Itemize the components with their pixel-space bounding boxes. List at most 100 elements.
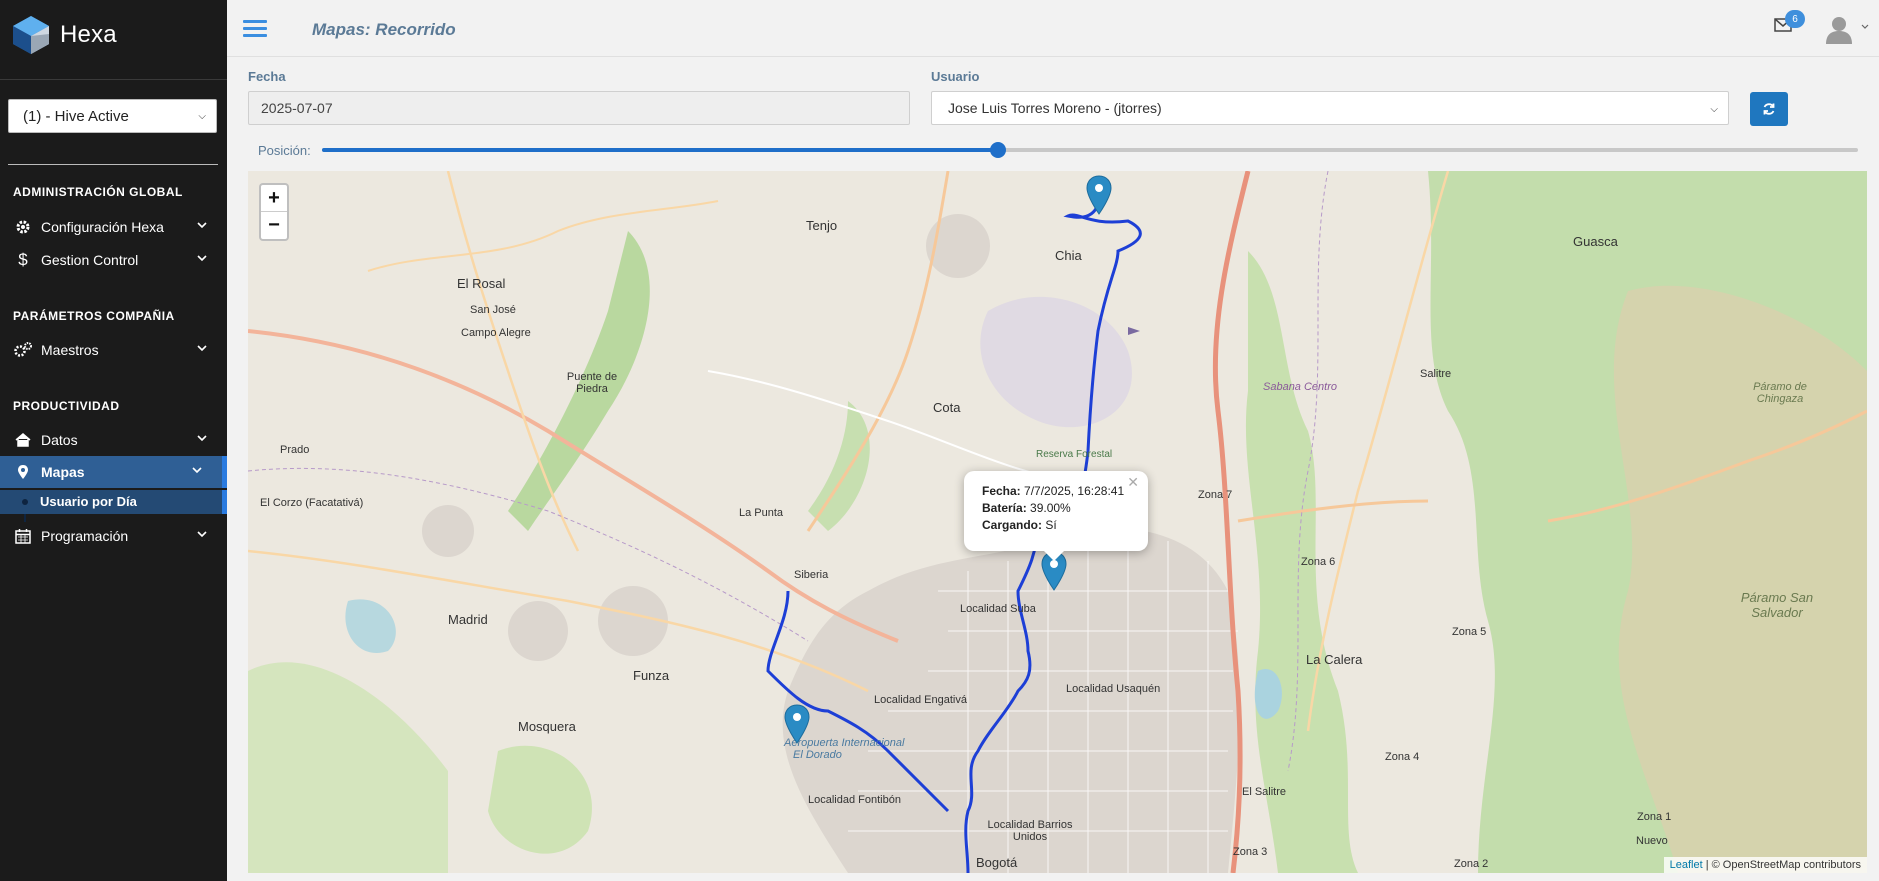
gears-icon: [13, 342, 33, 358]
place-label: Funza: [633, 668, 670, 683]
popup-label: Fecha:: [982, 484, 1021, 498]
attribution-text: | © OpenStreetMap contributors: [1705, 859, 1861, 871]
place-label: Reserva Forestal: [1036, 449, 1113, 460]
zoom-in-button[interactable]: +: [261, 185, 287, 212]
sidebar-item-maestros[interactable]: Maestros: [0, 334, 227, 366]
place-label: Páramo San Salvador: [1740, 590, 1814, 620]
place-label: Mosquera: [518, 719, 576, 734]
calendar-icon: [13, 528, 33, 544]
date-label: Fecha: [248, 69, 286, 84]
place-label: Chia: [1055, 248, 1082, 263]
date-field[interactable]: 2025-07-07: [248, 91, 910, 125]
popup-value: 39.00%: [1030, 501, 1071, 515]
dollar-icon: $: [18, 250, 28, 269]
chevron-down-icon[interactable]: [1861, 24, 1869, 30]
map-marker-icon[interactable]: [1085, 175, 1113, 215]
chevron-down-icon: [197, 531, 207, 538]
chevron-down-icon: [197, 435, 207, 442]
section-title-parametros: PARÁMETROS COMPAÑIA: [13, 309, 175, 323]
avatar[interactable]: [1824, 14, 1854, 44]
place-label: Cota: [933, 400, 961, 415]
popup-value: Sí: [1045, 518, 1057, 532]
map[interactable]: + − Tenjo Chia Guasca El Rosal San José …: [248, 171, 1867, 873]
brand[interactable]: Hexa: [0, 0, 227, 70]
position-slider-thumb[interactable]: [989, 142, 1006, 158]
sidebar-item-label: Gestion Control: [41, 252, 139, 268]
position-slider-fill: [322, 148, 998, 152]
place-label: Sabana Centro: [1263, 381, 1337, 393]
place-label: Zona 7: [1198, 489, 1233, 501]
place-label: Localidad Barrios Unidos: [987, 819, 1073, 843]
chevron-down-icon: [197, 255, 207, 262]
position-slider[interactable]: [322, 142, 1858, 158]
place-label: Tenjo: [806, 218, 838, 233]
map-marker-icon[interactable]: [783, 704, 811, 744]
place-label: Zona 5: [1452, 626, 1487, 638]
hexa-logo-icon: [13, 16, 49, 54]
place-label: Salitre: [1420, 368, 1452, 380]
sidebar-item-label: Mapas: [41, 464, 85, 480]
sidebar-item-label: Configuración Hexa: [41, 219, 164, 235]
sidebar-item-mapas[interactable]: Mapas: [0, 456, 227, 488]
sidebar-item-programacion[interactable]: Programación: [0, 520, 227, 552]
popup-label: Batería:: [982, 501, 1027, 515]
sidebar-item-configuracion[interactable]: Configuración Hexa: [0, 211, 227, 243]
popup-row-cargando: Cargando: Sí: [982, 517, 1148, 534]
place-label: Campo Alegre: [461, 327, 531, 339]
place-label: Localidad Usaquén: [1066, 683, 1161, 695]
map-popup: ✕ Fecha: 7/7/2025, 16:28:41 Batería: 39.…: [964, 471, 1148, 561]
notification-badge: 6: [1785, 10, 1805, 28]
sidebar-item-gestion[interactable]: $ Gestion Control: [0, 244, 227, 276]
place-label: Bogotá: [976, 855, 1018, 870]
place-label: Zona 1: [1637, 811, 1672, 823]
refresh-icon: [1763, 103, 1775, 115]
sidebar-subitem-label: Usuario por Día: [40, 494, 137, 509]
company-select[interactable]: (1) - Hive Active ⌵: [8, 99, 217, 133]
place-label: Prado: [280, 444, 310, 456]
place-label: La Punta: [739, 507, 784, 519]
bullet-icon: [22, 499, 28, 505]
place-label: El Rosal: [457, 276, 506, 291]
chevron-down-icon: ⌵: [198, 110, 206, 122]
date-value: 2025-07-07: [261, 100, 333, 116]
gear-icon: [13, 219, 33, 235]
close-icon[interactable]: ✕: [1127, 474, 1139, 491]
place-label: Localidad Fontibón: [808, 794, 901, 806]
place-label: Siberia: [794, 569, 829, 581]
user-select-value: Jose Luis Torres Moreno - (jtorres): [948, 100, 1162, 116]
chevron-down-icon: [197, 345, 207, 352]
chevron-down-icon: [192, 467, 202, 474]
chevron-down-icon: [197, 222, 207, 229]
home-icon: [13, 433, 33, 447]
section-title-admin: ADMINISTRACIÓN GLOBAL: [13, 185, 183, 199]
leaflet-link[interactable]: Leaflet: [1670, 859, 1703, 871]
map-marker-icon: [13, 464, 33, 480]
sidebar-item-label: Maestros: [41, 342, 99, 358]
page-title: Mapas: Recorrido: [312, 20, 456, 39]
sidebar-item-label: Programación: [41, 528, 129, 544]
place-label: Zona 6: [1301, 556, 1336, 568]
menu-toggle-icon[interactable]: [243, 20, 267, 38]
place-label: Páramo de Chingaza: [1753, 381, 1807, 405]
place-label: Guasca: [1573, 234, 1618, 249]
refresh-button[interactable]: [1750, 92, 1788, 126]
map-attribution: Leaflet | © OpenStreetMap contributors: [1663, 857, 1867, 873]
zoom-out-button[interactable]: −: [261, 212, 287, 239]
sidebar-item-label: Datos: [41, 432, 78, 448]
user-select[interactable]: Jose Luis Torres Moreno - (jtorres) ⌵: [931, 91, 1729, 125]
place-label: Nuevo: [1636, 835, 1668, 847]
popup-row-bateria: Batería: 39.00%: [982, 500, 1148, 517]
user-label: Usuario: [931, 69, 980, 84]
topbar: Mapas: Recorrido 6: [227, 0, 1879, 57]
position-label: Posición:: [258, 143, 311, 158]
sidebar-subitem-usuario-por-dia[interactable]: Usuario por Día: [0, 490, 227, 514]
place-label: Localidad Suba: [960, 603, 1036, 615]
sidebar-item-datos[interactable]: Datos: [0, 424, 227, 456]
place-label: El Dorado: [793, 749, 842, 761]
place-label: Zona 4: [1385, 751, 1420, 763]
place-label: Localidad Engativá: [874, 694, 967, 706]
place-label: El Salitre: [1242, 786, 1287, 798]
brand-name: Hexa: [60, 21, 117, 48]
place-label: Zona 2: [1454, 858, 1489, 870]
popup-tip: [1044, 551, 1064, 561]
